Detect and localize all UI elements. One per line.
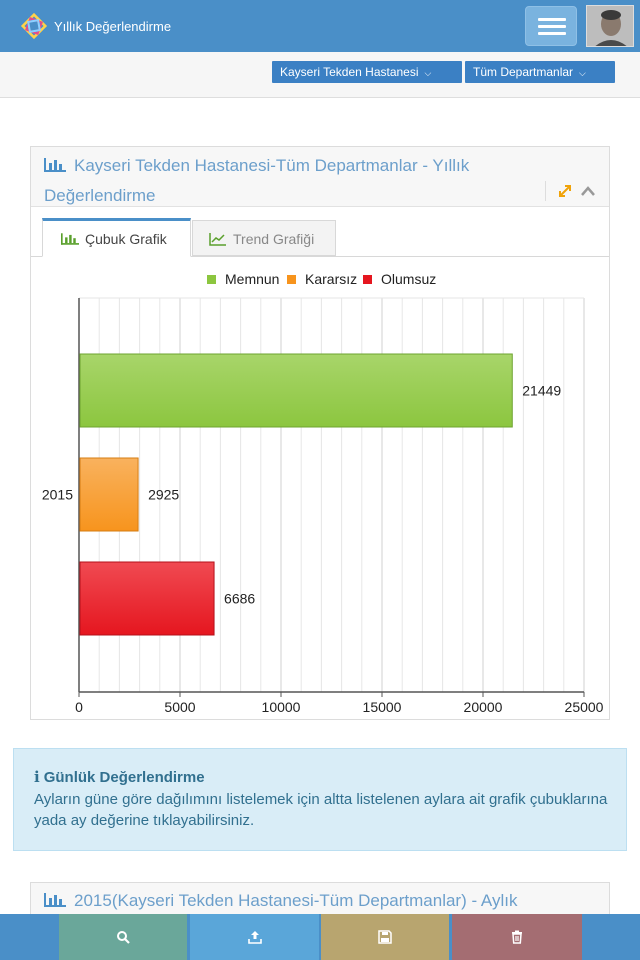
- y-category-label: 2015: [42, 487, 73, 503]
- info-alert: i Günlük Değerlendirme Ayların güne göre …: [13, 748, 627, 851]
- hamburger-bar: [538, 32, 566, 35]
- bar-chart: 0 5000 10000 15000 20000 25000 Memnun Kararsız O…: [42, 271, 604, 715]
- search-button[interactable]: [59, 914, 187, 960]
- hospital-dropdown-label: Kayseri Tekden Hastanesi: [280, 65, 419, 79]
- hamburger-bar: [538, 25, 566, 28]
- x-tick-label: 0: [75, 699, 83, 715]
- line-chart-icon: [209, 233, 226, 246]
- department-dropdown-label: Tüm Departmanlar: [473, 65, 574, 79]
- bar-value-label: 6686: [224, 591, 255, 607]
- legend-swatch: [207, 275, 216, 284]
- legend-label: Memnun: [225, 271, 279, 287]
- bar-kararsız: [79, 457, 139, 532]
- chevron-up-icon[interactable]: [580, 184, 596, 198]
- filter-bar: Kayseri Tekden Hastanesi ⌵ Tüm Departmanl…: [0, 52, 640, 98]
- panel-title-text: Kayseri Tekden Hastanesi-Tüm Departmanla…: [44, 156, 470, 205]
- legend-label: Olumsuz: [381, 271, 436, 287]
- hospital-dropdown[interactable]: Kayseri Tekden Hastanesi ⌵: [272, 61, 462, 83]
- tab-bar-chart[interactable]: Çubuk Grafik: [42, 218, 191, 257]
- info-title: i Günlük Değerlendirme: [34, 768, 205, 786]
- hamburger-menu-icon: [538, 18, 566, 21]
- department-dropdown[interactable]: Tüm Departmanlar ⌵: [465, 61, 615, 83]
- info-title-text: Günlük Değerlendirme: [43, 769, 205, 786]
- bottom-toolbar: [0, 914, 640, 960]
- x-tick-label: 10000: [262, 699, 301, 715]
- bar-value-label: 2925: [148, 487, 179, 503]
- top-bar: Yıllık Değerlendirme: [0, 0, 640, 52]
- hamburger-menu-button[interactable]: [525, 6, 577, 46]
- legend-swatch: [287, 275, 296, 284]
- bar-chart-icon: [44, 893, 66, 907]
- bar-olumsuz: [79, 561, 215, 636]
- x-tick-label: 20000: [464, 699, 503, 715]
- expand-icon[interactable]: [558, 184, 572, 198]
- delete-button[interactable]: [452, 914, 582, 960]
- bar-chart-icon: [61, 233, 79, 245]
- avatar-icon: [587, 6, 633, 46]
- bar-value-label: 21449: [522, 383, 561, 399]
- upload-button[interactable]: [190, 914, 319, 960]
- x-tick-label: 5000: [164, 699, 195, 715]
- save-icon: [378, 930, 392, 944]
- trash-icon: [512, 930, 522, 944]
- tab-label: Trend Grafiği: [233, 231, 315, 247]
- chart-tabs: Çubuk Grafik Trend Grafiği: [31, 207, 609, 257]
- chevron-down-icon: ⌵: [579, 68, 586, 78]
- panel-title: Kayseri Tekden Hastanesi-Tüm Departmanla…: [44, 151, 524, 211]
- info-text: Ayların güne göre dağılımını listelemek …: [34, 791, 608, 829]
- app-title: Yıllık Değerlendirme: [54, 19, 172, 34]
- legend-swatch: [363, 275, 372, 284]
- bar-memnun: [79, 353, 513, 428]
- search-icon: [117, 931, 130, 944]
- chevron-down-icon: ⌵: [424, 68, 432, 78]
- user-avatar[interactable]: [586, 5, 634, 47]
- app-logo-icon: [20, 12, 48, 40]
- upload-icon: [247, 931, 262, 944]
- yearly-evaluation-panel: Kayseri Tekden Hastanesi-Tüm Departmanla…: [30, 146, 610, 720]
- tab-trend-chart[interactable]: Trend Grafiği: [192, 220, 336, 256]
- save-button[interactable]: [321, 914, 449, 960]
- x-tick-label: 25000: [565, 699, 604, 715]
- divider: [545, 181, 546, 201]
- panel2-title: 2015(Kayseri Tekden Hastanesi-Tüm Depart…: [44, 887, 517, 915]
- info-icon: i: [34, 768, 40, 786]
- x-tick-label: 15000: [363, 699, 402, 715]
- legend-label: Kararsız: [305, 271, 357, 287]
- panel-header: Kayseri Tekden Hastanesi-Tüm Departmanla…: [31, 147, 609, 207]
- tab-label: Çubuk Grafik: [85, 231, 167, 247]
- panel2-title-text: 2015(Kayseri Tekden Hastanesi-Tüm Depart…: [74, 891, 518, 910]
- bar-chart-icon: [44, 158, 66, 172]
